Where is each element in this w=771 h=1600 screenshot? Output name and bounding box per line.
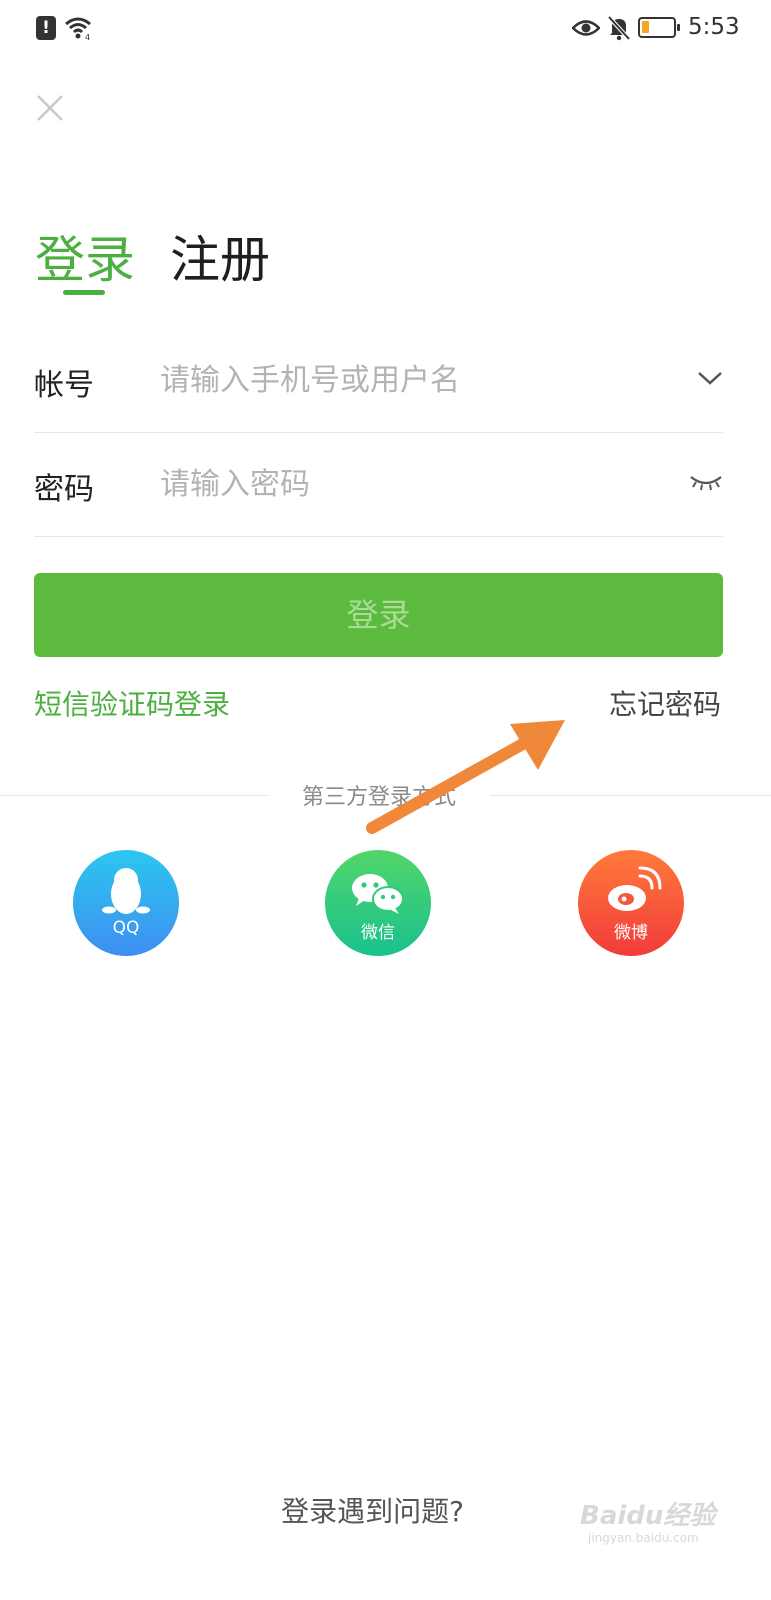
account-field-row: 帐号 (34, 332, 723, 433)
weibo-login-button[interactable]: 微博 (578, 850, 684, 956)
battery-icon (638, 17, 680, 38)
qq-penguin-icon (102, 868, 150, 914)
eye-icon (572, 20, 600, 36)
status-bar: ! 4 5:53 (0, 0, 771, 58)
battery-level (642, 21, 649, 33)
svg-text:4: 4 (85, 33, 90, 41)
chevron-down-icon[interactable] (697, 370, 723, 386)
wechat-icon (352, 874, 404, 914)
login-screen: ! 4 5:53 登录 注册 帐号 请输入手机号或用户名 密码 登录 短信验证码… (0, 0, 771, 1600)
wechat-label: 微信 (361, 923, 395, 943)
forgot-password-link[interactable]: 忘记密码 (609, 683, 721, 723)
login-button[interactable]: 登录 (34, 573, 723, 657)
baidu-watermark: Baidu经验 jingyan.baidu.com (580, 1495, 760, 1545)
weibo-icon (608, 866, 662, 911)
weibo-label: 微博 (614, 923, 648, 943)
bell-muted-icon (607, 15, 631, 41)
account-label: 帐号 (34, 368, 94, 403)
qq-label: QQ (112, 918, 140, 938)
password-field-row: 密码 (34, 436, 723, 537)
wechat-login-button[interactable]: 微信 (325, 850, 431, 956)
password-label: 密码 (34, 472, 94, 507)
tab-login[interactable]: 登录 (35, 220, 135, 292)
clock: 5:53 (688, 14, 740, 40)
qq-login-button[interactable]: QQ (73, 850, 179, 956)
tab-register[interactable]: 注册 (170, 220, 270, 292)
eye-closed-icon[interactable] (689, 474, 723, 492)
sms-login-link[interactable]: 短信验证码登录 (34, 683, 230, 723)
watermark-text: Baidu经验 (580, 1501, 716, 1531)
wifi-icon: 4 (65, 17, 91, 41)
watermark-url: jingyan.baidu.com (588, 1531, 699, 1545)
close-icon[interactable] (34, 92, 66, 124)
password-input[interactable] (158, 458, 682, 510)
account-input[interactable] (158, 354, 682, 406)
alert-icon: ! (36, 16, 56, 40)
annotation-arrow (366, 720, 565, 834)
active-tab-indicator (63, 290, 105, 295)
